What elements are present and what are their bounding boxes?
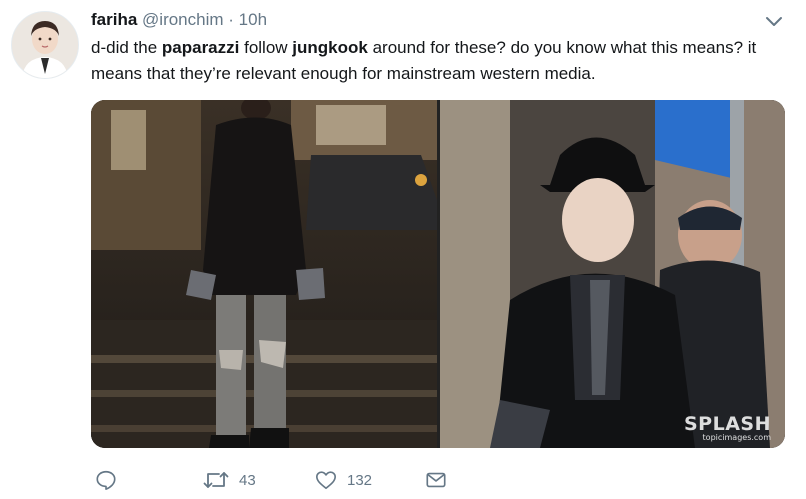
- chevron-down-icon[interactable]: [764, 14, 784, 30]
- separator-dot: ·: [228, 10, 234, 29]
- text-segment: d-did the: [91, 38, 162, 57]
- avatar-image: [12, 12, 78, 78]
- watermark-site: topicimages.com: [702, 433, 771, 442]
- avatar[interactable]: [11, 11, 79, 79]
- photo-right[interactable]: SPLASH topicimages.com: [440, 100, 785, 448]
- text-segment: follow: [239, 38, 293, 57]
- text-bold-jungkook: jungkook: [292, 38, 368, 57]
- envelope-icon: [426, 472, 446, 488]
- user-handle[interactable]: @ironchim: [142, 10, 224, 29]
- tweet-timestamp[interactable]: 10h: [239, 10, 267, 29]
- reply-button[interactable]: [95, 466, 117, 494]
- reply-icon: [96, 470, 116, 490]
- tweet-media: SPLASH topicimages.com: [91, 100, 785, 448]
- tweet-header: fariha @ironchim · 10h: [91, 9, 267, 31]
- watermark: SPLASH topicimages.com: [684, 415, 771, 442]
- like-count: 132: [347, 471, 373, 489]
- dm-button[interactable]: [425, 466, 447, 494]
- watermark-brand: SPLASH: [683, 413, 771, 435]
- retweet-icon: [203, 472, 229, 488]
- display-name[interactable]: fariha: [91, 10, 137, 29]
- photo-left[interactable]: [91, 100, 437, 448]
- retweet-button[interactable]: 43: [203, 466, 256, 494]
- like-button[interactable]: 132: [315, 466, 372, 494]
- text-bold-paparazzi: paparazzi: [161, 38, 240, 57]
- tweet-text: d-did the paparazzi follow jungkook arou…: [91, 35, 781, 87]
- tweet-actions: 43 132: [91, 466, 591, 494]
- heart-icon: [316, 471, 336, 490]
- retweet-count: 43: [239, 471, 256, 489]
